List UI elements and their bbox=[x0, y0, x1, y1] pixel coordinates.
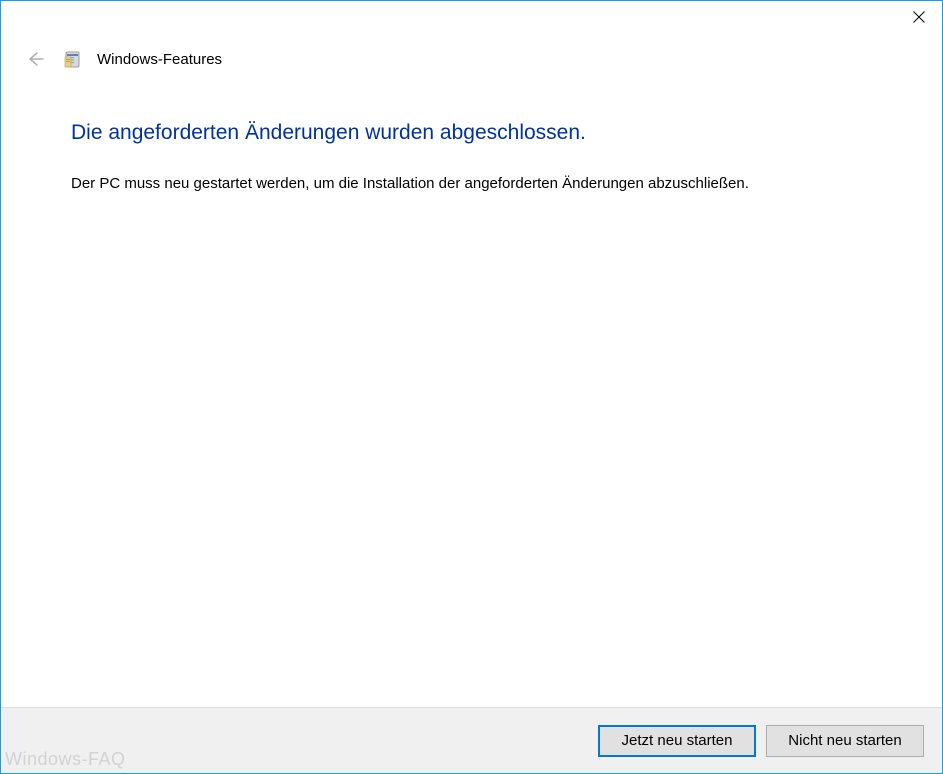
header-title: Windows-Features bbox=[97, 51, 222, 68]
dialog-window: Windows-Features Die angeforderten Änder… bbox=[0, 0, 943, 774]
close-button[interactable] bbox=[896, 1, 942, 33]
header-row: Windows-Features bbox=[1, 39, 942, 73]
heading: Die angeforderten Änderungen wurden abge… bbox=[71, 121, 872, 145]
body-text: Der PC muss neu gestartet werden, um die… bbox=[71, 173, 872, 194]
footer: Jetzt neu starten Nicht neu starten bbox=[1, 707, 942, 773]
windows-features-icon bbox=[63, 49, 83, 69]
back-button[interactable] bbox=[21, 45, 49, 73]
titlebar bbox=[1, 1, 942, 39]
do-not-restart-button[interactable]: Nicht neu starten bbox=[766, 725, 924, 757]
restart-now-button[interactable]: Jetzt neu starten bbox=[598, 725, 756, 757]
content-area: Die angeforderten Änderungen wurden abge… bbox=[1, 73, 942, 707]
arrow-left-icon bbox=[25, 49, 45, 69]
close-icon bbox=[913, 11, 925, 23]
